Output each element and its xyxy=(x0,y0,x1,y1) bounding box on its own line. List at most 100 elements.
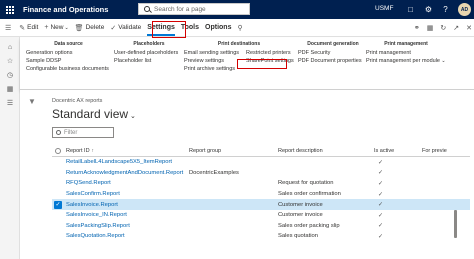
column-header-is-active[interactable]: Is active xyxy=(374,148,422,154)
action-pane-right-icons: ⚭ ▦ ↻ ↗ ✕ xyxy=(414,19,472,37)
cell-is-active: ✓ xyxy=(378,223,384,230)
search-icon xyxy=(56,130,61,135)
cell-report-description: Customer invoice xyxy=(278,212,323,219)
filter-pane-icon[interactable]: ▼ xyxy=(28,97,36,106)
ribbon-item-print-management-per-module[interactable]: Print management per module xyxy=(366,57,446,65)
sort-up-icon: ↑ xyxy=(91,147,95,154)
tab-settings[interactable]: Settings xyxy=(144,19,178,37)
ribbon-item-sample-ddsp[interactable]: Sample DDSP xyxy=(26,57,111,65)
group-title: Document generation xyxy=(307,41,359,47)
group-document-generation: Document generation PDF Security PDF Doc… xyxy=(298,41,368,65)
select-all-checkbox[interactable] xyxy=(52,147,64,154)
cell-report-description: Sales order confirmation xyxy=(278,191,341,198)
close-icon[interactable]: ✕ xyxy=(466,24,472,32)
table-row[interactable]: SalesQuotation.Report Sales quotation ✓ xyxy=(52,231,470,242)
tab-tools[interactable]: Tools xyxy=(178,19,202,37)
ribbon-item-restricted-printers[interactable]: Restricted printers xyxy=(246,49,294,57)
ribbon-item-placeholder-list[interactable]: Placeholder list xyxy=(114,57,184,65)
gear-icon[interactable]: ⚙ xyxy=(423,4,434,15)
group-placeholders: Placeholders User-defined placeholders P… xyxy=(114,41,184,65)
company-picker[interactable]: USMF xyxy=(375,5,393,12)
ribbon-item-pdf-properties[interactable]: PDF Document properties xyxy=(298,57,368,65)
cell-report-id[interactable]: SalesInvoice_IN.Report xyxy=(64,212,189,218)
delete-label: Delete xyxy=(85,24,105,31)
search-icon xyxy=(144,6,150,12)
column-header-for-preview[interactable]: For previe xyxy=(422,148,470,154)
cell-is-active: ✓ xyxy=(378,202,384,209)
app-launcher-icon[interactable] xyxy=(0,0,19,19)
edit-icon: ✎ xyxy=(19,24,26,32)
link-icon[interactable]: ⚭ xyxy=(414,24,420,32)
tab-options[interactable]: Options xyxy=(202,19,234,37)
cell-is-active: ✓ xyxy=(378,191,384,198)
delete-button[interactable]: 🗑 Delete xyxy=(72,19,108,37)
grid-scrollbar[interactable] xyxy=(454,210,457,238)
cell-report-id[interactable]: RFQSend.Report xyxy=(64,180,189,186)
cell-report-id[interactable]: RetailLabelL4Landscape5X5_ItemReport xyxy=(64,159,189,165)
group-print-destinations: Print destinations Email sending setting… xyxy=(184,41,294,73)
new-label: New xyxy=(50,24,64,31)
group-print-management: Print management Print management Print … xyxy=(366,41,446,65)
column-header-report-id[interactable]: Report ID ↑ xyxy=(64,148,189,154)
search-action-icon[interactable]: ⚲ xyxy=(234,19,247,37)
home-icon[interactable]: ⌂ xyxy=(6,43,14,51)
modules-icon[interactable]: ☰ xyxy=(6,99,14,107)
group-title: Data source xyxy=(54,41,83,47)
office-icon[interactable]: ▦ xyxy=(427,24,434,32)
ribbon-item-configurable-docs[interactable]: Configurable business documents xyxy=(26,65,111,73)
cell-is-active: ✓ xyxy=(378,170,384,177)
cell-report-description: Sales quotation xyxy=(278,233,318,240)
validate-button[interactable]: ✓ Validate xyxy=(107,19,144,37)
table-row[interactable]: RFQSend.Report Request for quotation ✓ xyxy=(52,178,470,189)
new-button[interactable]: + New ⌄ xyxy=(41,19,71,37)
grid-header: Report ID ↑ Report group Report descripti… xyxy=(52,145,470,157)
table-row[interactable]: SalesPackingSlip.Report Sales order packi… xyxy=(52,221,470,232)
cell-report-id[interactable]: SalesQuotation.Report xyxy=(64,233,189,239)
grid-rows: RetailLabelL4Landscape5X5_ItemReport ✓ Ret… xyxy=(52,157,470,242)
table-row[interactable]: RetailLabelL4Landscape5X5_ItemReport ✓ xyxy=(52,157,470,168)
ribbon-item-preview-settings[interactable]: Preview settings xyxy=(184,57,239,65)
ribbon-item-archive-settings[interactable]: Print archive settings xyxy=(184,65,239,73)
group-data-source: Data source Generation options Sample DD… xyxy=(26,41,111,73)
filter-input[interactable]: Filter xyxy=(52,127,114,138)
ribbon-item-user-placeholders[interactable]: User-defined placeholders xyxy=(114,49,184,57)
avatar[interactable]: AD xyxy=(458,3,471,16)
refresh-icon[interactable]: ↻ xyxy=(440,24,446,32)
search-input[interactable]: Search for a page xyxy=(138,3,250,15)
ribbon-item-sharepoint-settings[interactable]: SharePoint settings xyxy=(246,57,294,65)
ribbon-item-pdf-security[interactable]: PDF Security xyxy=(298,49,368,57)
cell-report-id[interactable]: SalesPackingSlip.Report xyxy=(64,223,189,229)
cell-is-active: ✓ xyxy=(378,180,384,187)
table-row[interactable]: SalesInvoice_IN.Report Customer invoice ✓ xyxy=(52,210,470,221)
ribbon-item-email-settings[interactable]: Email sending settings xyxy=(184,49,239,57)
validate-label: Validate xyxy=(118,24,142,31)
row-select-checkbox[interactable]: ✓ xyxy=(52,200,64,209)
column-header-report-group[interactable]: Report group xyxy=(189,148,278,154)
table-row[interactable]: ReturnAcknowledgmentAndDocument.Report Do… xyxy=(52,168,470,179)
page-title: Standard view xyxy=(52,107,129,121)
cell-report-id[interactable]: ReturnAcknowledgmentAndDocument.Report xyxy=(64,170,189,176)
cell-report-description: Customer invoice xyxy=(278,201,323,208)
workspaces-icon[interactable]: ▦ xyxy=(6,85,14,93)
cell-is-active: ✓ xyxy=(378,233,384,240)
ribbon-item-print-management[interactable]: Print management xyxy=(366,49,446,57)
cell-report-id[interactable]: SalesConfirm.Report xyxy=(64,191,189,197)
cell-report-description: Sales order packing slip xyxy=(278,222,340,229)
table-row[interactable]: SalesConfirm.Report Sales order confirmat… xyxy=(52,189,470,200)
column-header-report-description[interactable]: Report description xyxy=(278,148,374,154)
table-row[interactable]: ✓ SalesInvoice.Report Customer invoice ✓ xyxy=(52,199,470,210)
favorites-icon[interactable]: ☆ xyxy=(6,57,14,65)
cell-report-id[interactable]: SalesInvoice.Report xyxy=(64,202,189,208)
main-content: ▼ Docentric AX reports Standard view ⌄ Fi… xyxy=(20,90,474,259)
ribbon-item-generation-options[interactable]: Generation options xyxy=(26,49,111,57)
group-title: Placeholders xyxy=(133,41,165,47)
chat-icon[interactable]: □ xyxy=(405,4,416,15)
hamburger-icon[interactable]: ☰ xyxy=(2,19,16,37)
recent-icon[interactable]: ◷ xyxy=(6,71,14,79)
cell-is-active: ✓ xyxy=(378,159,384,166)
view-selector[interactable]: Standard view ⌄ xyxy=(52,107,136,121)
edit-button[interactable]: ✎ Edit xyxy=(16,19,41,37)
popout-icon[interactable]: ↗ xyxy=(453,24,459,32)
help-icon[interactable]: ? xyxy=(440,4,451,15)
trash-icon: 🗑 xyxy=(74,24,84,32)
